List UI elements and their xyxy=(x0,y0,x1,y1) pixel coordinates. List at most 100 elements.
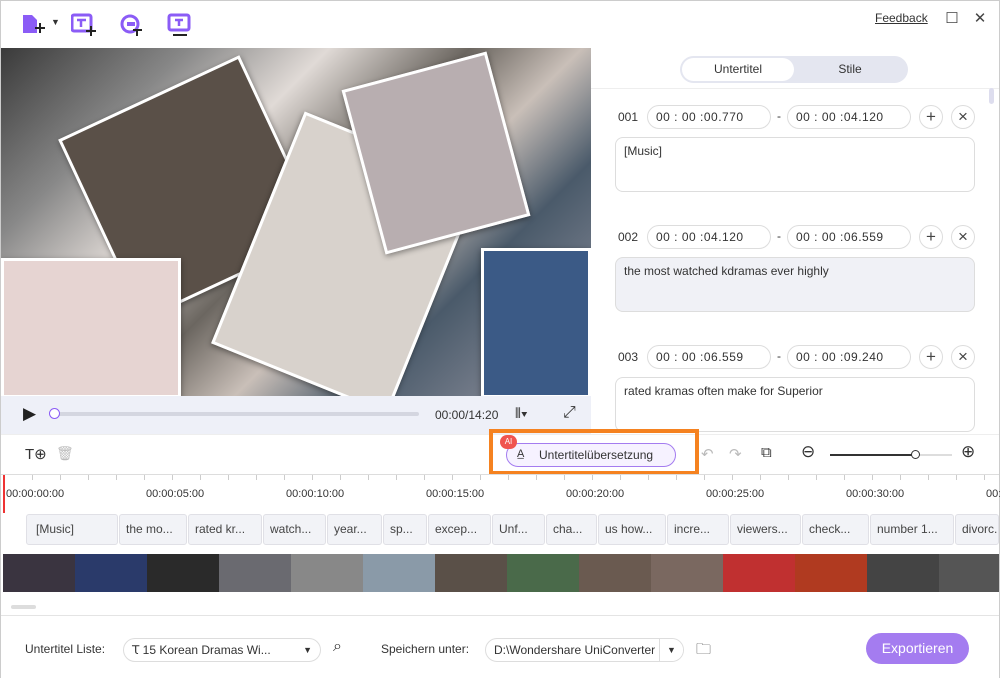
ruler-tick xyxy=(88,475,89,480)
delete-icon[interactable]: 🗑 xyxy=(56,445,74,462)
zoom-slider[interactable] xyxy=(830,454,952,456)
ruler-label: 00:00:05:00 xyxy=(146,488,205,500)
playhead[interactable] xyxy=(3,475,5,513)
export-button[interactable]: Exportieren xyxy=(866,633,969,664)
subtitle-text[interactable]: rated kramas often make for Superior xyxy=(615,377,975,432)
ruler-tick xyxy=(984,475,985,480)
save-location-select[interactable]: D:\Wondershare UniConverter ▼ xyxy=(485,638,684,662)
subtitle-clip[interactable]: the mo... xyxy=(119,514,187,545)
ruler-tick xyxy=(396,475,397,480)
add-entry-button[interactable]: + xyxy=(919,105,943,129)
subtitle-clip[interactable]: excep... xyxy=(428,514,491,545)
start-time-input[interactable]: 00 : 00 :00.770 xyxy=(647,105,771,129)
save-location-label: Speichern unter: xyxy=(381,642,470,656)
time-display: 00:00/14:20 xyxy=(435,408,499,422)
subtitle-clip[interactable]: Unf... xyxy=(492,514,545,545)
text-to-subtitle-icon[interactable] xyxy=(167,13,193,37)
ai-badge: AI xyxy=(500,435,517,449)
ruler-label: 00:00:30:00 xyxy=(846,488,905,500)
chevron-down-icon[interactable]: ▼ xyxy=(51,17,60,27)
video-frame-thumbnail xyxy=(147,554,219,592)
delete-entry-button[interactable]: × xyxy=(951,225,975,249)
auto-subtitle-icon[interactable] xyxy=(119,13,145,37)
ruler-tick xyxy=(900,475,901,480)
video-frame-thumbnail xyxy=(291,554,363,592)
video-frame-thumbnail xyxy=(579,554,651,592)
end-time-input[interactable]: 00 : 00 :06.559 xyxy=(787,225,911,249)
start-time-input[interactable]: 00 : 00 :04.120 xyxy=(647,225,771,249)
ruler-tick xyxy=(200,475,201,480)
tab-styles[interactable]: Stile xyxy=(794,58,906,81)
folder-icon[interactable]: 🗀 xyxy=(696,639,711,664)
split-icon[interactable]: ⧉ xyxy=(761,444,772,461)
subtitle-clip[interactable]: number 1... xyxy=(870,514,954,545)
timeline-toolbar: T⊕ 🗑 Untertitelübersetzung A̲ AI ↶ ↷ ⧉ ⊖… xyxy=(1,429,999,475)
video-frame-thumbnail xyxy=(3,554,75,592)
play-icon[interactable]: ▶ xyxy=(23,404,36,424)
subtitle-clip[interactable]: [Music] xyxy=(26,514,118,545)
delete-entry-button[interactable]: × xyxy=(951,105,975,129)
seek-bar[interactable] xyxy=(51,412,419,416)
subtitle-text[interactable]: the most watched kdramas ever highly xyxy=(615,257,975,312)
add-entry-button[interactable]: + xyxy=(919,225,943,249)
ruler-tick xyxy=(424,475,425,480)
end-time-input[interactable]: 00 : 00 :09.240 xyxy=(787,345,911,369)
ruler-tick xyxy=(172,475,173,480)
feedback-link[interactable]: Feedback xyxy=(875,11,928,25)
ruler-tick xyxy=(788,475,789,480)
scrollbar[interactable] xyxy=(989,88,994,104)
range-dash: - xyxy=(777,229,781,243)
maximize-button[interactable]: ☐ xyxy=(943,9,961,27)
subtitle-clip[interactable]: year... xyxy=(327,514,382,545)
subtitle-clip[interactable]: viewers... xyxy=(730,514,801,545)
ruler-label: 00:00:15:00 xyxy=(426,488,485,500)
subtitle-list-label: Untertitel Liste: xyxy=(25,642,106,656)
video-preview[interactable] xyxy=(1,48,591,396)
zoom-out-icon[interactable]: ⊖ xyxy=(801,442,815,462)
seek-handle[interactable] xyxy=(49,408,60,419)
subtitle-clip[interactable]: watch... xyxy=(263,514,326,545)
subtitle-clip[interactable]: sp... xyxy=(383,514,427,545)
ruler-tick xyxy=(60,475,61,480)
end-time-input[interactable]: 00 : 00 :04.120 xyxy=(787,105,911,129)
close-button[interactable]: ✕ xyxy=(971,9,989,27)
add-entry-button[interactable]: + xyxy=(919,345,943,369)
ruler-tick xyxy=(312,475,313,480)
delete-entry-button[interactable]: × xyxy=(951,345,975,369)
subtitle-clip[interactable]: incre... xyxy=(667,514,729,545)
add-file-icon[interactable] xyxy=(21,13,47,37)
fullscreen-icon[interactable]: ⤢ xyxy=(563,404,576,422)
tab-subtitle[interactable]: Untertitel xyxy=(682,58,794,81)
zoom-in-icon[interactable]: ⊕ xyxy=(961,442,975,462)
audio-waveform-icon[interactable]: ⫴▾ xyxy=(515,405,528,422)
add-text-icon[interactable]: T⊕ xyxy=(25,445,47,463)
subtitle-list-select[interactable]: Ꚍ 15 Korean Dramas Wi... ▼ xyxy=(123,638,321,662)
ruler-label: 00: xyxy=(986,488,1000,500)
top-toolbar: ▼ Feedback ☐ ✕ xyxy=(1,1,999,48)
video-frame-thumbnail xyxy=(219,554,291,592)
translate-icon: A̲ xyxy=(517,448,525,460)
add-subtitle-icon[interactable] xyxy=(71,13,97,37)
subtitle-clip[interactable]: us how... xyxy=(598,514,666,545)
subtitle-clip[interactable]: rated kr... xyxy=(188,514,262,545)
entry-number: 003 xyxy=(618,350,639,364)
subtitle-clip[interactable]: cha... xyxy=(546,514,597,545)
poster xyxy=(481,248,591,396)
search-icon[interactable]: ⌕ xyxy=(333,638,342,656)
ruler-tick xyxy=(732,475,733,480)
subtitle-clip[interactable]: check... xyxy=(802,514,869,545)
ruler-tick xyxy=(564,475,565,480)
subtitle-clip[interactable]: divorc... xyxy=(955,514,999,545)
subtitle-text[interactable]: [Music] xyxy=(615,137,975,192)
subtitle-panel: Untertitel Stile 001 00 : 00 :00.770 - 0… xyxy=(591,48,999,434)
ruler-tick xyxy=(760,475,761,480)
ruler-tick xyxy=(592,475,593,480)
timeline-scrollbar[interactable] xyxy=(11,605,36,609)
redo-icon[interactable]: ↷ xyxy=(729,445,742,463)
undo-icon[interactable]: ↶ xyxy=(701,445,714,463)
zoom-slider-handle[interactable] xyxy=(911,450,921,459)
start-time-input[interactable]: 00 : 00 :06.559 xyxy=(647,345,771,369)
ruler-tick xyxy=(256,475,257,480)
subtitle-translation-button[interactable]: Untertitelübersetzung xyxy=(506,443,676,467)
timeline-ruler[interactable]: 00:00:00:00 00:00:05:00 00:00:10:00 00:00:1… xyxy=(1,474,1000,513)
